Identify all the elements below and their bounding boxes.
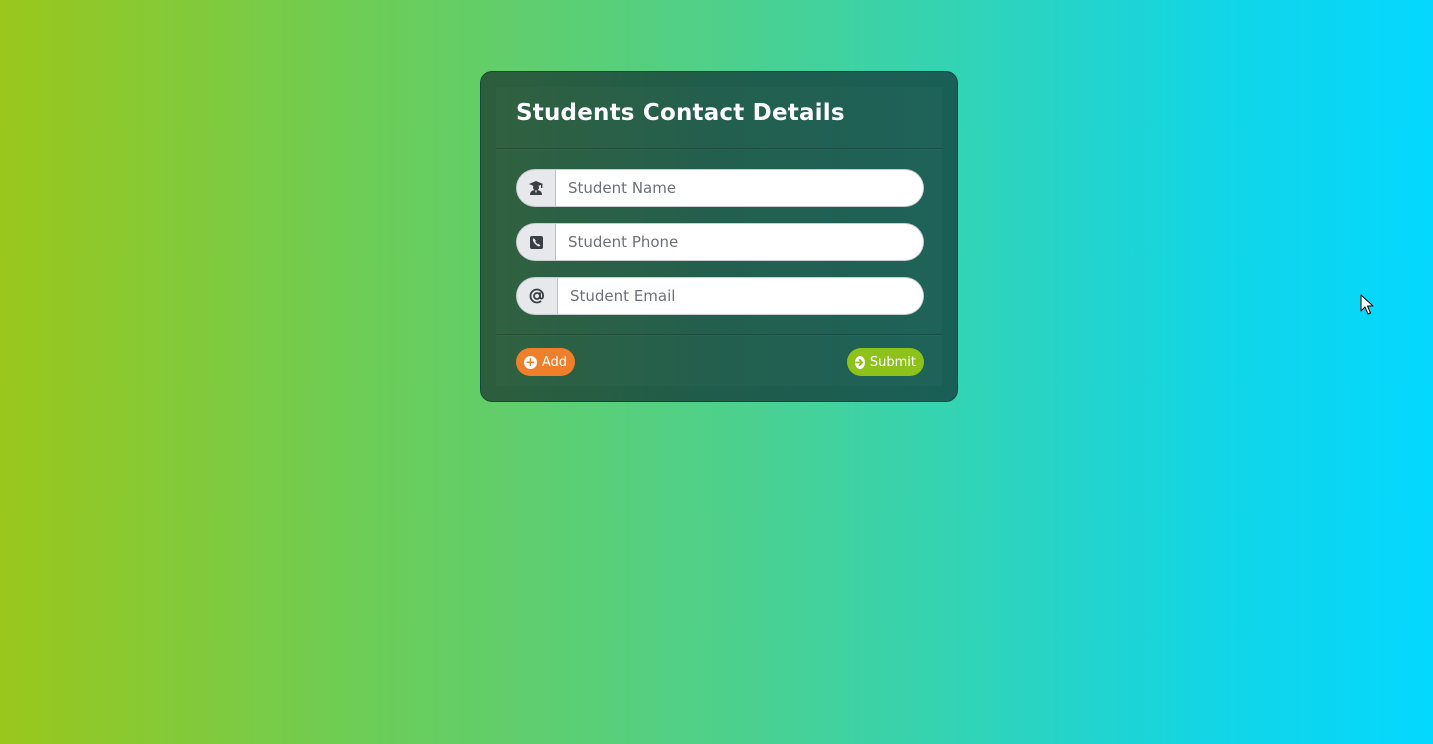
contact-form-panel: Students Contact Details Student Name St…	[496, 87, 942, 386]
page-title: Students Contact Details	[516, 100, 845, 126]
student-email-input[interactable]	[558, 277, 924, 315]
arrow-circle-right-icon	[855, 355, 865, 369]
submit-button-label: Submit	[869, 354, 916, 370]
student-phone-field	[516, 223, 924, 261]
card-header: Students Contact Details	[496, 87, 942, 149]
student-icon	[516, 169, 556, 207]
phone-icon	[516, 223, 556, 261]
contact-form-card: Students Contact Details Student Name St…	[480, 71, 958, 402]
add-button-label: Add	[541, 354, 567, 370]
footer-divider	[496, 334, 942, 335]
student-name-field	[516, 169, 924, 207]
student-name-input[interactable]	[556, 169, 924, 207]
submit-button[interactable]: Submit	[847, 348, 924, 376]
mouse-pointer-icon	[1360, 294, 1374, 320]
student-phone-input[interactable]	[556, 223, 924, 261]
student-email-field	[516, 277, 924, 315]
at-icon	[516, 277, 558, 315]
add-button[interactable]: + Add	[516, 348, 575, 376]
plus-circle-icon: +	[524, 355, 537, 369]
